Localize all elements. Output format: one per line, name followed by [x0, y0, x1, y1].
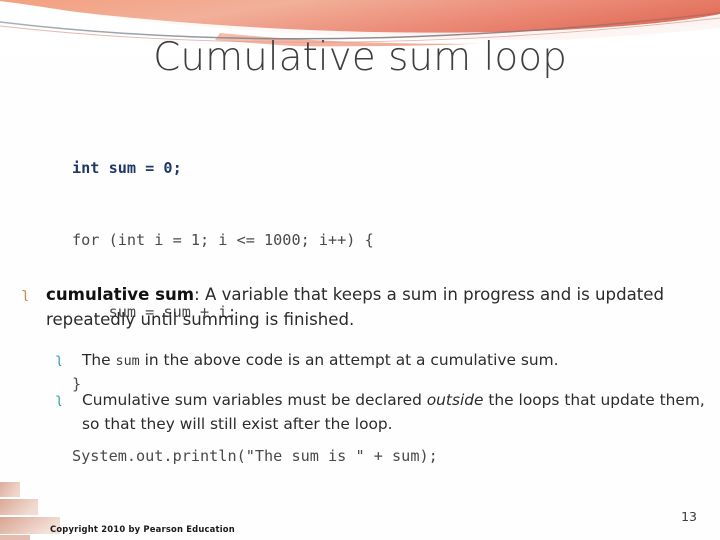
code-line: int sum = 0; — [72, 159, 182, 177]
bullet-term: cumulative sum — [46, 285, 195, 304]
slide-canvas: Cumulative sum loop int sum = 0; for (in… — [0, 0, 720, 540]
sub-bullet-item-attempt: ʅ The sum in the above code is an attemp… — [56, 348, 712, 374]
floral-bullet-icon: ʅ — [56, 392, 62, 407]
floral-bullet-icon: ʅ — [56, 352, 62, 367]
sub-bullet-item-scope: ʅ Cumulative sum variables must be decla… — [56, 388, 712, 436]
emphasis-outside: outside — [426, 391, 484, 409]
inline-code-sum: sum — [115, 354, 140, 369]
code-line: for (int i = 1; i <= 1000; i++) { — [72, 231, 374, 249]
sub-bullet-text-before: The — [82, 351, 116, 369]
floral-bullet-icon: ʅ — [22, 286, 29, 302]
copyright-notice: Copyright 2010 by Pearson Education — [50, 524, 235, 534]
page-title: Cumulative sum loop — [153, 35, 567, 80]
sub-bullet-text-after: in the above code is an attempt at a cum… — [139, 351, 559, 369]
bullet-list: ʅ cumulative sum: A variable that keeps … — [22, 282, 712, 450]
slide-number: 13 — [681, 509, 697, 524]
bullet-item-definition: ʅ cumulative sum: A variable that keeps … — [22, 282, 712, 332]
sub-bullet-text-before: Cumulative sum variables must be declare… — [82, 391, 427, 409]
